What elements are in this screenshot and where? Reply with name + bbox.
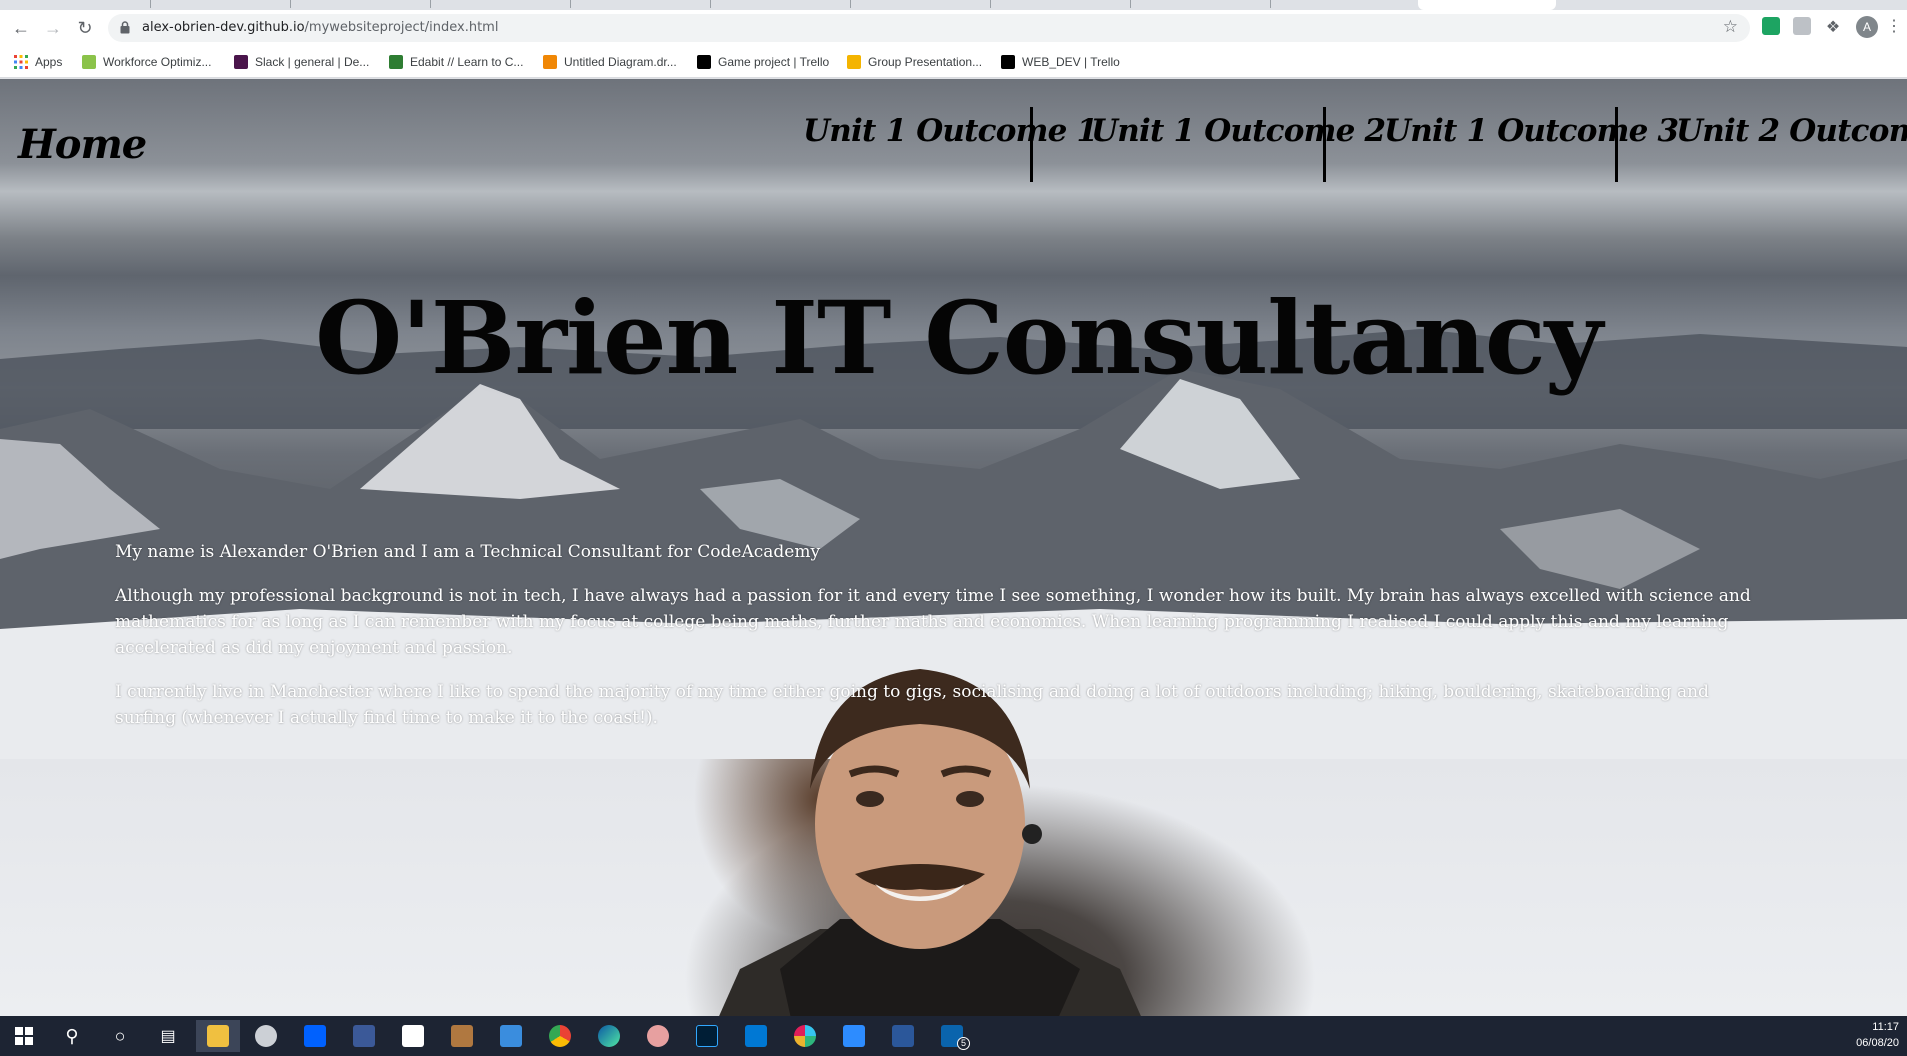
reload-icon[interactable]: ↻ [73,16,97,40]
nav-divider [1323,107,1326,182]
nav-home-link[interactable]: Home [18,121,147,168]
cortana-icon[interactable]: ○ [98,1020,142,1052]
tab-separator [1130,0,1131,8]
tab-separator [710,0,711,8]
bookmark-label: Apps [35,55,63,69]
about-hobbies: I currently live in Manchester where I l… [115,682,1709,728]
clock-date: 06/08/20 [1856,1037,1899,1049]
puzzle-icon[interactable]: ❖ [1824,17,1842,36]
about-section: My name is Alexander O'Brien and I am a … [115,539,1775,749]
extension-icon[interactable] [1762,17,1780,35]
photoshop-icon[interactable] [685,1020,729,1052]
mail-icon[interactable]: 5 [930,1020,974,1052]
bookmark-edabit[interactable]: Edabit // Learn to C... [389,53,523,71]
about-intro: My name is Alexander O'Brien and I am a … [115,542,821,562]
windows-start-icon[interactable] [2,1020,46,1052]
bookmark-group-presentation[interactable]: Group Presentation... [847,53,982,71]
tab-separator [570,0,571,8]
bookmark-label: Untitled Diagram.dr... [564,55,677,69]
url-path: /mywebsiteproject/index.html [304,20,499,35]
search-icon[interactable]: ⚲ [50,1020,94,1052]
tab-separator [850,0,851,8]
yandex-icon[interactable] [244,1020,288,1052]
tab-strip [0,0,1907,10]
tab-separator [990,0,991,8]
slack-icon [234,55,248,69]
bookmark-slack[interactable]: Slack | general | De... [234,53,369,71]
nav-divider [1030,107,1033,182]
app-icon[interactable] [440,1020,484,1052]
extension-icon[interactable] [1793,17,1811,35]
bookmark-label: Group Presentation... [868,55,983,69]
amazon-icon[interactable] [391,1020,435,1052]
bookmark-label: Slack | general | De... [255,55,370,69]
menu-icon[interactable]: ⋮ [1886,16,1902,36]
tab-separator [150,0,151,8]
zoom-icon[interactable] [832,1020,876,1052]
bookmark-web-dev[interactable]: WEB_DEV | Trello [1001,53,1120,71]
tab-separator [1270,0,1271,8]
bookmark-label: Workforce Optimiz... [103,55,212,69]
bookmark-label: WEB_DEV | Trello [1022,55,1120,69]
store-icon[interactable] [489,1020,533,1052]
bookmarks-bar: Apps Workforce Optimiz... Slack | genera… [0,46,1907,78]
url-host: alex-obrien-dev.github.io [142,20,305,35]
chrome-icon[interactable] [538,1020,582,1052]
trello-icon [1001,55,1015,69]
nav-unit1-outcome3[interactable]: Unit 1 Outcome 3 [1384,113,1679,149]
clock-time: 11:17 [1872,1021,1899,1033]
system-clock[interactable]: 11:17 06/08/20 [1856,1019,1899,1051]
drawio-icon [543,55,557,69]
slides-icon [847,55,861,69]
workforce-icon [82,55,96,69]
forward-icon[interactable]: → [41,16,65,40]
bookmark-diagram[interactable]: Untitled Diagram.dr... [543,53,677,71]
slack-icon[interactable] [783,1020,827,1052]
browser-toolbar: ← → ↻ alex-obrien-dev.github.io/mywebsit… [0,10,1907,46]
nav-unit1-outcome1[interactable]: Unit 1 Outcome 1 [803,113,1098,149]
bookmark-apps[interactable]: Apps [14,53,62,71]
bookmark-star-icon[interactable]: ☆ [1723,17,1738,37]
apps-grid-icon [14,55,28,69]
url-text: alex-obrien-dev.github.io/mywebsiteproje… [142,20,498,35]
app-icon[interactable] [636,1020,680,1052]
taskbar: ⚲ ○ ▤ 5 11:17 06/08/20 [0,1016,1907,1056]
bookmark-label: Game project | Trello [718,55,830,69]
bookmark-workforce[interactable]: Workforce Optimiz... [82,53,211,71]
task-view-icon[interactable]: ▤ [146,1020,190,1052]
nav-unit2-outcome1[interactable]: Unit 2 Outcome 1 [1676,113,1907,149]
about-background: Although my professional background is n… [115,586,1751,658]
lock-icon [120,21,130,34]
file-explorer-icon[interactable] [196,1020,240,1052]
trello-icon [697,55,711,69]
tab-separator [430,0,431,8]
nav-divider [1615,107,1618,182]
edabit-icon [389,55,403,69]
address-bar[interactable]: alex-obrien-dev.github.io/mywebsiteproje… [108,14,1750,42]
vscode-icon[interactable] [734,1020,778,1052]
profile-avatar[interactable]: A [1856,16,1878,38]
page-title: O'Brien IT Consultancy [315,279,1603,397]
edge-icon[interactable] [587,1020,631,1052]
back-icon[interactable]: ← [9,16,33,40]
bookmark-label: Edabit // Learn to C... [410,55,524,69]
web-page: Home Unit 1 Outcome 1 Unit 1 Outcome 2 U… [0,79,1907,1016]
site-nav: Home Unit 1 Outcome 1 Unit 1 Outcome 2 U… [0,101,1907,182]
nav-unit1-outcome2[interactable]: Unit 1 Outcome 2 [1091,113,1386,149]
bookmark-game-project[interactable]: Game project | Trello [697,53,829,71]
tab-separator [290,0,291,8]
mail-badge: 5 [957,1037,970,1050]
active-tab[interactable] [1418,0,1556,10]
word-icon[interactable] [881,1020,925,1052]
facebook-icon[interactable] [342,1020,386,1052]
dropbox-icon[interactable] [293,1020,337,1052]
